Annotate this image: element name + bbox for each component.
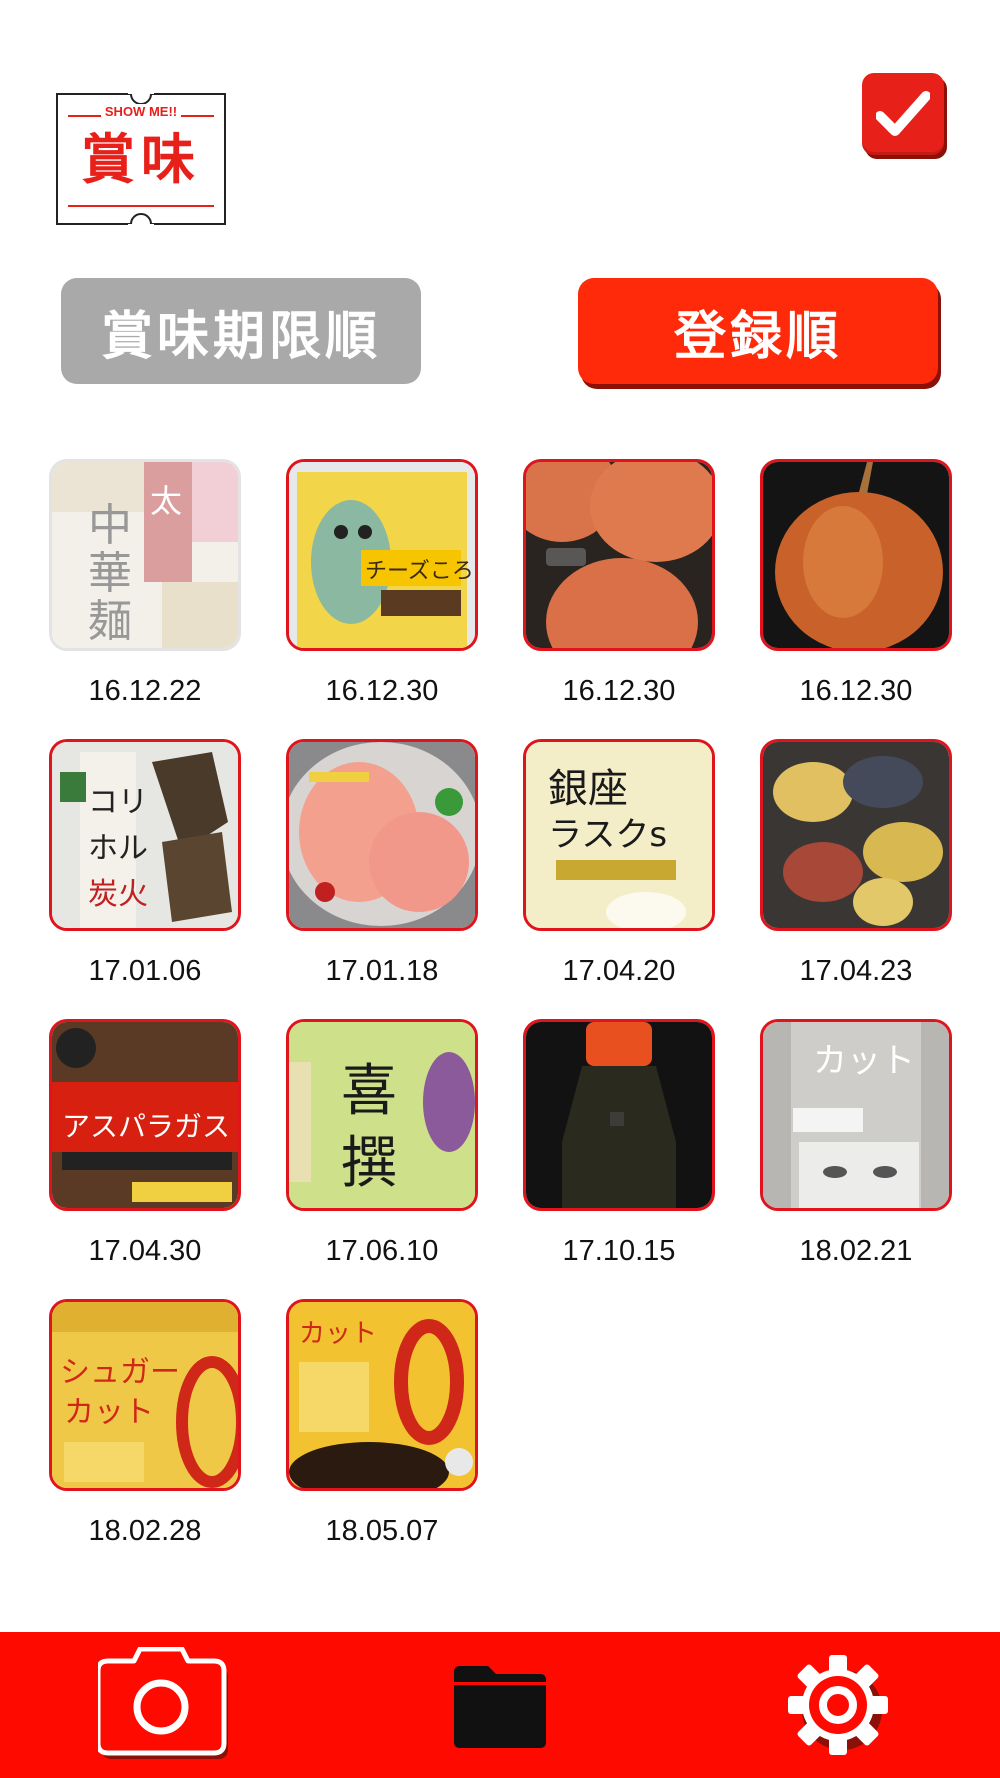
food-thumbnail[interactable]	[523, 1019, 715, 1211]
food-thumbnail[interactable]: コリ ホル 炭火	[49, 739, 241, 931]
svg-text:銀座: 銀座	[548, 766, 628, 812]
food-thumbnail[interactable]: カット	[760, 1019, 952, 1211]
expiry-date: 18.02.21	[799, 1235, 913, 1267]
svg-text:撰: 撰	[341, 1131, 397, 1196]
food-thumbnail[interactable]: 銀座 ラスクs	[523, 739, 715, 931]
tab-settings[interactable]	[778, 1632, 898, 1778]
expiry-date: 17.10.15	[562, 1235, 676, 1267]
svg-text:コリ: コリ	[88, 785, 148, 820]
food-item[interactable]: 16.12.30	[523, 459, 719, 708]
food-item[interactable]: 17.10.15	[523, 1019, 719, 1268]
expiry-date: 16.12.22	[88, 675, 202, 707]
svg-text:ラスクs: ラスクs	[548, 815, 667, 855]
expiry-date: 16.12.30	[325, 675, 439, 707]
food-item[interactable]: 銀座 ラスクs 17.04.20	[523, 739, 719, 988]
svg-text:チーズころん: チーズころん	[365, 559, 475, 584]
expiry-date: 17.01.06	[88, 955, 202, 987]
food-thumbnail[interactable]: アスパラガス	[49, 1019, 241, 1211]
svg-text:麺: 麺	[88, 596, 132, 647]
food-item[interactable]: シュガー カット 18.02.28	[49, 1299, 245, 1548]
food-item[interactable]: 中 華 麺 太 16.12.22	[49, 459, 245, 708]
expiry-date: 17.04.30	[88, 1235, 202, 1267]
expiry-date: 17.06.10	[325, 1235, 439, 1267]
expiry-date: 17.04.23	[799, 955, 913, 987]
svg-text:炭火: 炭火	[88, 877, 148, 912]
food-item[interactable]: アスパラガス 17.04.30	[49, 1019, 245, 1268]
food-thumbnail[interactable]: チーズころん	[286, 459, 478, 651]
camera-icon	[98, 1647, 228, 1759]
food-thumbnail[interactable]: 喜 撰	[286, 1019, 478, 1211]
food-item[interactable]: 喜 撰 17.06.10	[286, 1019, 482, 1268]
food-thumbnail[interactable]	[286, 739, 478, 931]
food-item[interactable]: カット 18.05.07	[286, 1299, 482, 1548]
svg-text:シュガー: シュガー	[60, 1355, 180, 1390]
expiry-date: 16.12.30	[562, 675, 676, 707]
svg-text:ホル: ホル	[88, 831, 148, 866]
svg-text:喜: 喜	[341, 1059, 397, 1124]
tab-folder[interactable]	[440, 1632, 560, 1778]
food-item[interactable]: 17.04.23	[760, 739, 956, 988]
food-item-grid: 中 華 麺 太 16.12.22 チーズころん 16.12.30	[0, 0, 1000, 1630]
expiry-date: 18.05.07	[325, 1515, 439, 1547]
food-thumbnail[interactable]: 中 華 麺 太	[49, 459, 241, 651]
food-item[interactable]: チーズころん 16.12.30	[286, 459, 482, 708]
food-thumbnail[interactable]	[760, 739, 952, 931]
gear-icon	[788, 1655, 888, 1755]
food-thumbnail[interactable]: カット	[286, 1299, 478, 1491]
expiry-date: 18.02.28	[88, 1515, 202, 1547]
svg-text:アスパラガス: アスパラガス	[62, 1110, 230, 1143]
svg-text:中: 中	[88, 500, 132, 551]
food-item[interactable]: 17.01.18	[286, 739, 482, 988]
food-thumbnail[interactable]: シュガー カット	[49, 1299, 241, 1491]
expiry-date: 16.12.30	[799, 675, 913, 707]
food-item[interactable]: コリ ホル 炭火 17.01.06	[49, 739, 245, 988]
bottom-tab-bar	[0, 1632, 1000, 1778]
folder-icon	[454, 1666, 546, 1748]
svg-text:太: 太	[150, 482, 182, 520]
food-thumbnail[interactable]	[523, 459, 715, 651]
svg-text:カット: カット	[813, 1041, 915, 1081]
expiry-date: 17.04.20	[562, 955, 676, 987]
food-item[interactable]: カット 18.02.21	[760, 1019, 956, 1268]
svg-text:華: 華	[88, 548, 132, 599]
svg-text:カット: カット	[299, 1319, 377, 1349]
tab-camera[interactable]	[96, 1632, 236, 1778]
expiry-date: 17.01.18	[325, 955, 439, 987]
svg-text:カット: カット	[64, 1395, 154, 1430]
food-thumbnail[interactable]	[760, 459, 952, 651]
food-item[interactable]: 16.12.30	[760, 459, 956, 708]
